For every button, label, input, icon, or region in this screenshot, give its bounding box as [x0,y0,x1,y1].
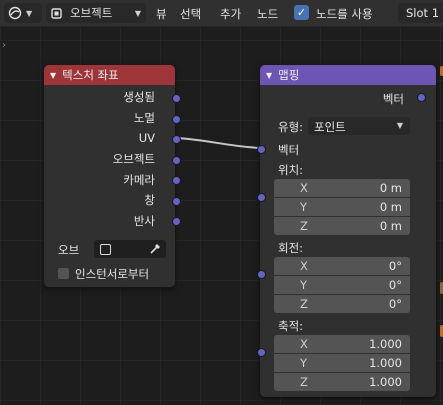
axis-label: X [300,337,308,351]
field-value: 0 m [379,200,402,214]
vector-input-label: 벡터 [278,143,300,157]
socket-vector-output[interactable] [417,93,426,102]
type-dropdown[interactable]: 포인트 ▼ [308,117,410,135]
rotation-y-field[interactable]: Y 0° [274,276,410,294]
texture-coordinate-node-header[interactable]: ▼ 텍스처 좌표 [44,65,175,85]
location-x-field[interactable]: X 0 m [274,179,410,197]
output-generated-label: 생성됨 [123,90,155,104]
chevron-down-icon: ▼ [396,121,403,130]
socket-window-output[interactable] [172,197,181,206]
socket-reflection-output[interactable] [172,217,181,226]
field-value: 0° [388,297,402,311]
socket-camera-output[interactable] [172,176,181,185]
socket-normal-output[interactable] [172,115,181,124]
object-field-label: 오브 [58,243,80,257]
output-uv-label: UV [138,131,155,145]
socket-generated-output[interactable] [172,94,181,103]
axis-label: Z [300,375,308,389]
field-value: 1.000 [369,356,402,370]
location-y-field[interactable]: Y 0 m [274,198,410,216]
rotation-x-field[interactable]: X 0° [274,257,410,275]
from-instancer-checkbox[interactable] [58,268,69,279]
node-title: 텍스처 좌표 [62,68,119,82]
mapping-node[interactable]: ▼ 맵핑 벡터 유형: 포인트 ▼ 벡터 위치: X 0 m Y 0 m Z 0… [260,65,436,397]
axis-label: Y [300,356,308,370]
field-value: 1.000 [369,375,402,389]
socket-uv-output[interactable] [172,135,181,144]
scale-z-field[interactable]: Z 1.000 [274,373,410,391]
node-link-uv-to-vector [175,137,261,149]
mapping-node-header[interactable]: ▼ 맵핑 [260,65,436,85]
output-normal-label: 노멀 [133,111,155,125]
scale-y-field[interactable]: Y 1.000 [274,354,410,372]
location-label: 위치: [278,163,304,177]
from-instancer-label: 인스턴서로부터 [75,267,150,281]
collapse-triangle-icon[interactable]: ▼ [266,71,272,80]
field-value: 1.000 [369,337,402,351]
output-vector-label: 벡터 [382,92,404,106]
location-z-field[interactable]: Z 0 m [274,217,410,235]
output-camera-label: 카메라 [123,173,155,187]
socket-vector-input[interactable] [257,145,266,154]
scale-label: 축적: [278,319,304,333]
field-value: 0° [388,259,402,273]
socket-object-output[interactable] [172,156,181,165]
texture-coordinate-node[interactable]: ▼ 텍스처 좌표 생성됨 노멀 UV 오브젝트 카메라 창 반사 오브 인스턴서… [44,65,175,287]
collapse-triangle-icon[interactable]: ▼ [50,71,56,80]
object-icon [100,244,111,255]
field-value: 0 m [379,219,402,233]
socket-rotation-input[interactable] [257,270,266,279]
type-value: 포인트 [314,120,346,134]
output-object-label: 오브젝트 [112,152,155,166]
field-value: 0 m [379,181,402,195]
node-title: 맵핑 [278,68,300,82]
field-value: 0° [388,278,402,292]
socket-scale-input[interactable] [257,348,266,357]
socket-location-input[interactable] [257,193,266,202]
axis-label: Z [300,297,308,311]
axis-label: X [300,259,308,273]
rotation-label: 회전: [278,241,304,255]
axis-label: Y [300,278,308,292]
eyedropper-icon[interactable] [149,242,162,255]
output-reflection-label: 반사 [133,214,155,228]
axis-label: X [300,181,308,195]
scale-x-field[interactable]: X 1.000 [274,335,410,353]
rotation-z-field[interactable]: Z 0° [274,295,410,313]
type-label: 유형: [278,120,304,134]
object-picker-field[interactable] [94,240,166,258]
axis-label: Y [300,200,308,214]
axis-label: Z [300,219,308,233]
output-window-label: 창 [144,193,155,207]
